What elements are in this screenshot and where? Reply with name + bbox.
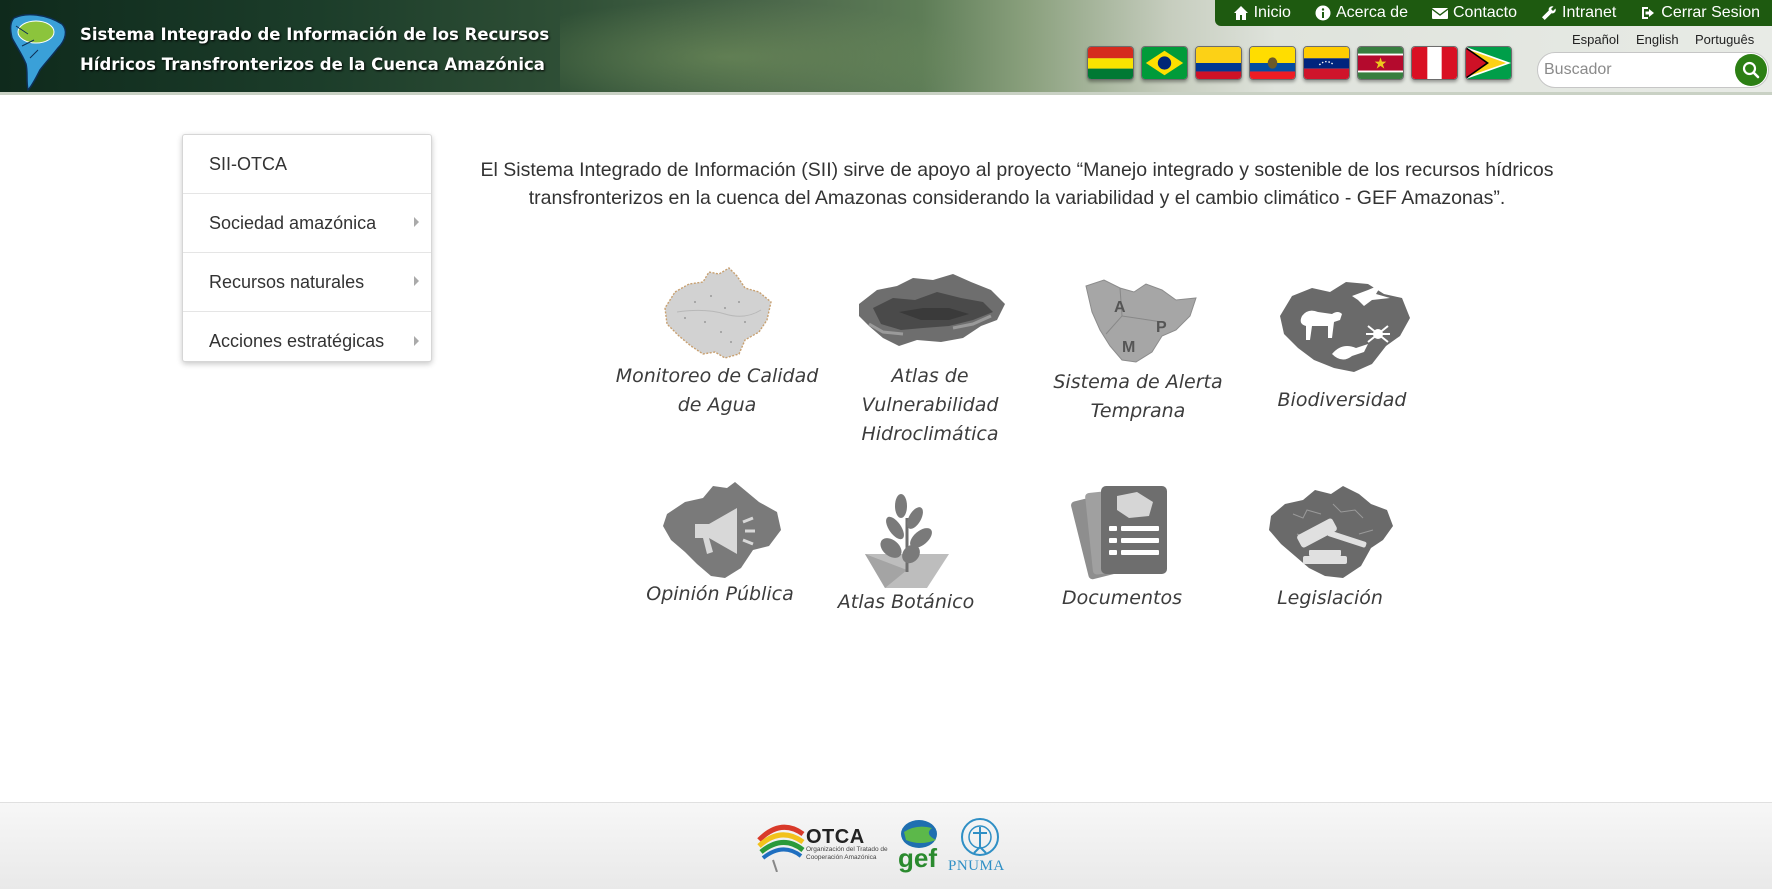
vulnerability-map-icon bbox=[859, 274, 1005, 346]
country-flags bbox=[1087, 46, 1512, 80]
sidebar-item-label: Recursos naturales bbox=[209, 271, 365, 292]
tile-legislacion[interactable]: Legislación bbox=[1240, 484, 1420, 613]
plant-icon bbox=[865, 494, 949, 588]
tile-atlas-vulnerabilidad[interactable]: Atlas de Vulnerabilidad Hidroclimática bbox=[822, 268, 1038, 449]
search-input[interactable] bbox=[1544, 57, 1724, 83]
nav-inicio[interactable]: Inicio bbox=[1233, 4, 1291, 22]
pnuma-emblem-icon[interactable] bbox=[958, 815, 1002, 859]
envelope-icon bbox=[1431, 8, 1448, 19]
tile-label: Atlas Botánico bbox=[837, 591, 975, 613]
map-letter-m: M bbox=[1122, 339, 1135, 356]
search-button[interactable] bbox=[1735, 54, 1767, 86]
gavel-map-icon bbox=[1269, 486, 1393, 578]
nav-intranet[interactable]: Intranet bbox=[1541, 4, 1616, 22]
documents-icon bbox=[1071, 486, 1167, 580]
otca-logo-icon[interactable] bbox=[755, 816, 807, 872]
nav-contacto[interactable]: Contacto bbox=[1431, 4, 1518, 22]
tile-sistema-alerta-temprana[interactable]: A M P Sistema de Alerta Temprana bbox=[1048, 272, 1228, 426]
site-title-line1: Sistema Integrado de Información de los … bbox=[80, 25, 550, 44]
sidebar-item-acciones-estrategicas[interactable]: Acciones estratégicas bbox=[183, 312, 431, 371]
tile-biodiversidad[interactable]: Biodiversidad bbox=[1252, 276, 1432, 415]
lang-portugues[interactable]: Português bbox=[1695, 32, 1754, 47]
nav-acerca-de-label: Acerca de bbox=[1335, 4, 1408, 21]
tile-opinion-publica[interactable]: Opinión Pública bbox=[630, 478, 810, 609]
tile-label: Documentos bbox=[1062, 587, 1182, 609]
south-america-logo-icon[interactable] bbox=[6, 10, 70, 92]
site-header: Sistema Integrado de Información de los … bbox=[0, 0, 1772, 95]
site-title-line2: Hídricos Transfronterizos de la Cuenca A… bbox=[80, 55, 545, 74]
pnuma-logo-text: PNUMA bbox=[948, 858, 1005, 874]
flag-venezuela[interactable] bbox=[1303, 46, 1350, 80]
flag-bolivia[interactable] bbox=[1087, 46, 1134, 80]
search-box bbox=[1537, 52, 1769, 88]
flag-suriname[interactable] bbox=[1357, 46, 1404, 80]
flag-brasil[interactable] bbox=[1141, 46, 1188, 80]
tile-label: Legislación bbox=[1277, 587, 1383, 609]
sidebar-item-label: SII-OTCA bbox=[209, 153, 288, 174]
caret-right-icon bbox=[414, 217, 419, 227]
search-icon bbox=[1742, 61, 1760, 79]
sidebar-item-sii-otca[interactable]: SII-OTCA bbox=[183, 135, 431, 194]
tile-documentos[interactable]: Documentos bbox=[1036, 482, 1208, 613]
caret-right-icon bbox=[414, 335, 419, 346]
flag-guyana[interactable] bbox=[1465, 46, 1512, 80]
sidebar-item-label: Sociedad amazónica bbox=[209, 212, 377, 233]
nav-intranet-label: Intranet bbox=[1562, 4, 1617, 21]
water-quality-map-icon bbox=[664, 267, 772, 359]
tile-monitoreo-calidad-agua[interactable]: Monitoreo de Calidad de Agua bbox=[612, 262, 822, 420]
top-navigation: Inicio Acerca de Contacto Intranet Cerra… bbox=[1214, 0, 1772, 26]
tile-label: Opinión Pública bbox=[646, 583, 794, 605]
nav-contacto-label: Contacto bbox=[1452, 4, 1518, 21]
map-letter-a: A bbox=[1114, 299, 1126, 316]
early-warning-map-icon: A M P bbox=[1085, 279, 1197, 363]
megaphone-map-icon bbox=[663, 482, 781, 578]
gef-logo-text: gef bbox=[898, 843, 937, 873]
map-letter-p: P bbox=[1156, 319, 1167, 336]
flag-ecuador[interactable] bbox=[1249, 46, 1296, 80]
flag-colombia[interactable] bbox=[1195, 46, 1242, 80]
sidebar-menu: SII-OTCA Sociedad amazónica Recursos nat… bbox=[182, 134, 432, 362]
sign-out-icon bbox=[1642, 7, 1655, 19]
nav-inicio-label: Inicio bbox=[1253, 4, 1291, 21]
biodiversity-icon bbox=[1280, 282, 1410, 372]
sidebar-item-label: Acciones estratégicas bbox=[209, 331, 385, 351]
nav-acerca-de[interactable]: Acerca de bbox=[1315, 4, 1408, 22]
tile-label: Sistema de Alerta Temprana bbox=[1053, 371, 1223, 422]
home-icon bbox=[1233, 6, 1248, 20]
flag-peru[interactable] bbox=[1411, 46, 1458, 80]
sidebar-item-recursos-naturales[interactable]: Recursos naturales bbox=[183, 253, 431, 312]
tile-label: Atlas de Vulnerabilidad Hidroclimática bbox=[861, 365, 999, 445]
info-icon bbox=[1315, 5, 1331, 21]
site-title[interactable]: Sistema Integrado de Información de los … bbox=[80, 20, 549, 80]
tile-label: Monitoreo de Calidad de Agua bbox=[615, 365, 819, 416]
nav-cerrar-sesion-label: Cerrar Sesion bbox=[1661, 4, 1760, 21]
lang-english[interactable]: English bbox=[1636, 32, 1679, 47]
sidebar-item-sociedad-amazonica[interactable]: Sociedad amazónica bbox=[183, 194, 431, 253]
lang-espanol[interactable]: Español bbox=[1572, 32, 1619, 47]
intro-text: El Sistema Integrado de Información (SII… bbox=[480, 159, 1554, 209]
nav-cerrar-sesion[interactable]: Cerrar Sesion bbox=[1640, 4, 1760, 22]
tile-label: Biodiversidad bbox=[1277, 389, 1407, 411]
otca-subtitle: Organización del Tratado de Cooperación … bbox=[806, 846, 888, 861]
wrench-icon bbox=[1542, 6, 1556, 21]
tile-atlas-botanico[interactable]: Atlas Botánico bbox=[826, 488, 986, 617]
caret-right-icon bbox=[414, 276, 419, 286]
